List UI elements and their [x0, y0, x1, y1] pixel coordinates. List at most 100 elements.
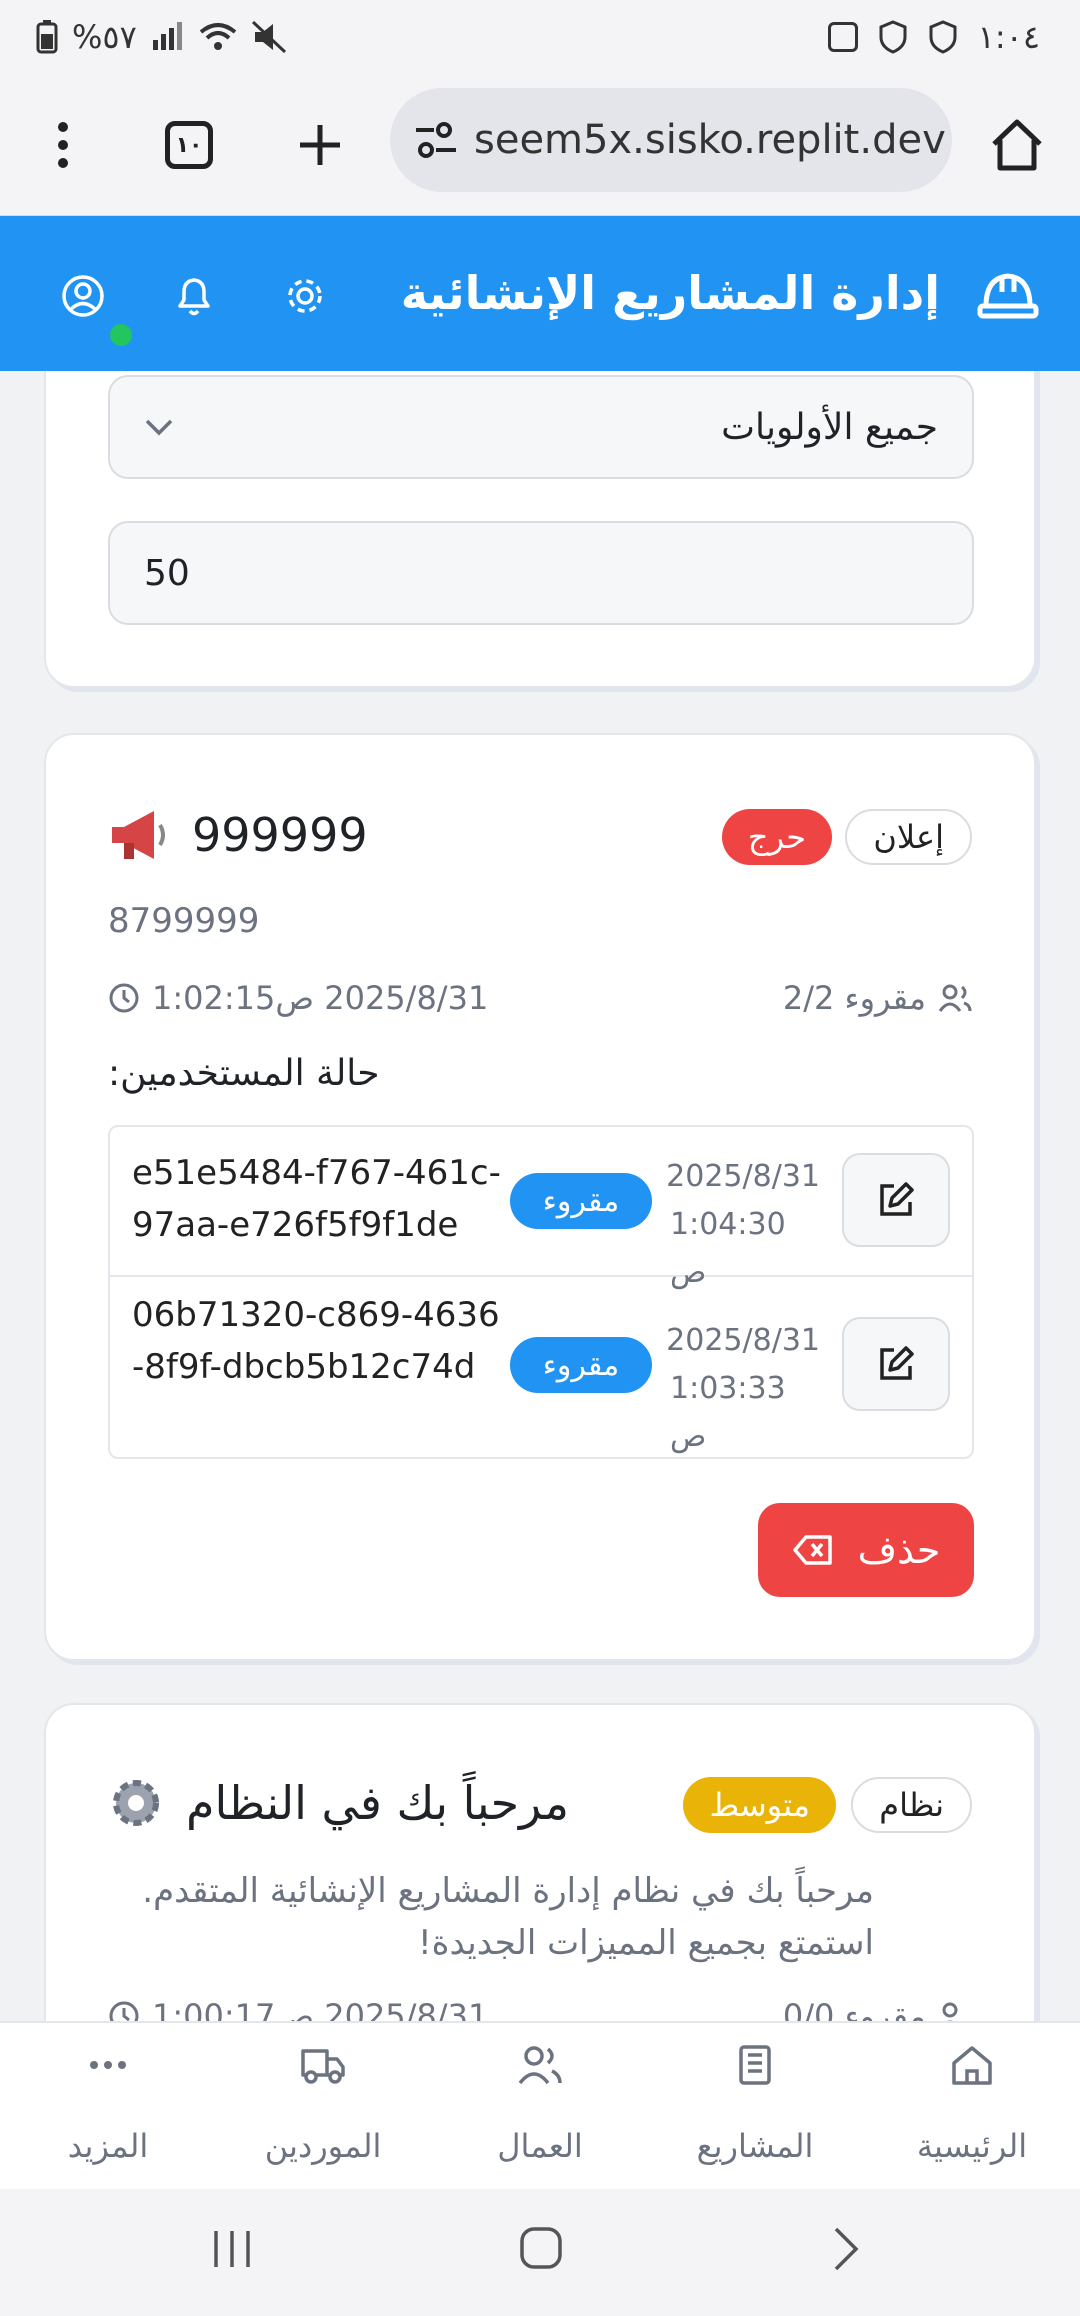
delete-button[interactable]: حذف	[758, 1503, 974, 1597]
notification-title-text: مرحباً بك في النظام	[186, 1776, 570, 1830]
read-count-text: مقروء 2/2	[782, 979, 926, 1017]
priority-select[interactable]: جميع الأولويات	[108, 375, 974, 479]
battery-percent: %٥٧	[72, 18, 137, 56]
new-tab-button[interactable]	[285, 110, 355, 180]
wifi-icon	[199, 23, 237, 50]
chevron-right-icon	[834, 2227, 859, 2271]
building-icon	[739, 2045, 771, 2085]
limit-input[interactable]: 50	[108, 521, 974, 625]
clock-icon	[109, 2001, 139, 2021]
priority-select-value: جميع الأولويات	[721, 406, 938, 448]
hard-hat-icon	[977, 273, 1039, 319]
bottom-navigation: الرئيسية المشاريع العمال الموردين المزيد	[0, 2021, 1080, 2189]
content-area[interactable]: جميع الأولويات 50 إعلان حرج 999999 87999…	[0, 371, 1080, 2021]
plus-icon	[300, 125, 340, 165]
nav-home[interactable]: الرئيسية	[872, 2043, 1072, 2165]
read-date: 2025/8/31	[666, 1323, 820, 1358]
timestamp-text: 2025/8/31 ص1:00:17	[152, 1997, 489, 2021]
read-date: 2025/8/31	[666, 1159, 820, 1194]
type-badge: إعلان	[845, 809, 972, 865]
home-pill-icon	[520, 2227, 562, 2269]
tab-switcher-button[interactable]: ١٠	[154, 110, 224, 180]
notification-body: مرحباً بك في نظام إدارة المشاريع الإنشائ…	[142, 1871, 874, 1963]
read-clock: 1:03:33 ص	[670, 1371, 786, 1454]
kebab-menu-icon	[58, 122, 68, 168]
shield-icon	[929, 20, 957, 54]
url-text: seem5x.sisko.replit.dev	[474, 117, 946, 163]
app-title: إدارة المشاريع الإنشائية	[400, 266, 940, 320]
read-time: 2025/8/31 1:04:30 ص	[666, 1153, 820, 1297]
limit-input-value: 50	[144, 552, 190, 594]
read-count-text: مقروء 0/0	[782, 1997, 926, 2021]
profile-button[interactable]	[53, 266, 113, 326]
read-status-badge: مقروء	[510, 1337, 652, 1393]
list-item: e51e5484-f767-461c-97aa-e726f5f9f1de مقر…	[110, 1127, 972, 1290]
notification-title-text: 999999	[192, 808, 368, 862]
back-button[interactable]	[826, 2225, 866, 2277]
home-nav-button[interactable]	[518, 2225, 564, 2275]
notification-card: إعلان حرج 999999 8799999 مقروء 2/2 2025/…	[44, 733, 1036, 1661]
notifications-button[interactable]	[164, 266, 224, 326]
nav-projects[interactable]: المشاريع	[655, 2043, 855, 2165]
home-icon	[952, 2046, 992, 2085]
clock-icon	[109, 983, 139, 1013]
filters-card: جميع الأولويات 50	[44, 371, 1036, 688]
browser-toolbar: ١٠ seem5x.sisko.replit.dev	[0, 80, 1080, 216]
read-time: 2025/8/31 1:03:33 ص	[666, 1317, 820, 1461]
recent-apps-button[interactable]	[210, 2227, 254, 2275]
gear-icon	[288, 279, 322, 313]
user-id: 06b71320-c869-4636-8f9f-dbcb5b12c74d	[132, 1295, 500, 1387]
nav-suppliers[interactable]: الموردين	[223, 2043, 423, 2165]
edit-button[interactable]	[842, 1317, 950, 1411]
notification-timestamp: 2025/8/31 ص1:00:17	[108, 1997, 488, 2021]
nav-label: الرئيسية	[916, 2127, 1028, 2165]
chevron-down-icon	[145, 419, 173, 436]
system-navigation	[0, 2189, 1080, 2316]
nav-label: العمال	[497, 2127, 583, 2165]
read-count: مقروء 2/2	[783, 979, 972, 1017]
home-icon	[992, 119, 1042, 171]
app-header: إدارة المشاريع الإنشائية	[0, 216, 1080, 371]
more-icon	[90, 2061, 126, 2069]
edit-button[interactable]	[842, 1153, 950, 1247]
nav-label: المزيد	[67, 2127, 149, 2165]
user-circle-icon	[62, 275, 104, 317]
notification-card: نظام متوسط مرحباً بك في النظام مرحباً بك…	[44, 1703, 1036, 2021]
edit-icon	[880, 1182, 914, 1216]
notification-timestamp: 2025/8/31 ص1:02:15	[108, 979, 488, 1017]
gear-icon	[113, 1780, 159, 1826]
users-icon	[938, 984, 972, 1012]
truck-icon	[301, 2049, 345, 2084]
battery-icon	[36, 20, 58, 54]
recent-apps-icon	[214, 2231, 250, 2267]
tab-count: ١٠	[165, 121, 213, 169]
delete-label: حذف	[857, 1528, 941, 1572]
users-status-list: e51e5484-f767-461c-97aa-e726f5f9f1de مقر…	[108, 1125, 974, 1459]
nav-workers[interactable]: العمال	[440, 2043, 640, 2165]
user-id: e51e5484-f767-461c-97aa-e726f5f9f1de	[132, 1153, 501, 1245]
nav-label: الموردين	[264, 2127, 382, 2165]
backspace-icon	[792, 1535, 832, 1565]
gallery-icon	[827, 22, 858, 52]
timestamp-text: 2025/8/31 ص1:02:15	[152, 979, 489, 1017]
nav-more[interactable]: المزيد	[8, 2043, 208, 2165]
megaphone-icon	[112, 811, 165, 859]
bell-icon	[178, 278, 210, 316]
read-status-badge: مقروء	[510, 1173, 652, 1229]
nav-label: المشاريع	[696, 2127, 814, 2165]
users-icon	[518, 2046, 562, 2085]
notification-title: مرحباً بك في النظام	[108, 1775, 569, 1831]
users-status-label: حالة المستخدمين:	[108, 1053, 380, 1094]
list-item: 06b71320-c869-4636-8f9f-dbcb5b12c74d مقر…	[110, 1277, 972, 1457]
shield-icon	[879, 20, 907, 54]
clock-time: ١:٠٤	[977, 18, 1040, 56]
browser-home-button[interactable]	[982, 110, 1052, 180]
notification-body: 8799999	[108, 901, 260, 941]
mute-icon	[251, 20, 286, 54]
settings-button[interactable]	[275, 266, 335, 326]
browser-menu-button[interactable]	[28, 110, 98, 180]
online-status-dot	[110, 324, 132, 346]
read-count: مقروء 0/0	[783, 1997, 972, 2021]
users-icon	[942, 2002, 958, 2021]
url-bar[interactable]: seem5x.sisko.replit.dev	[390, 88, 952, 192]
